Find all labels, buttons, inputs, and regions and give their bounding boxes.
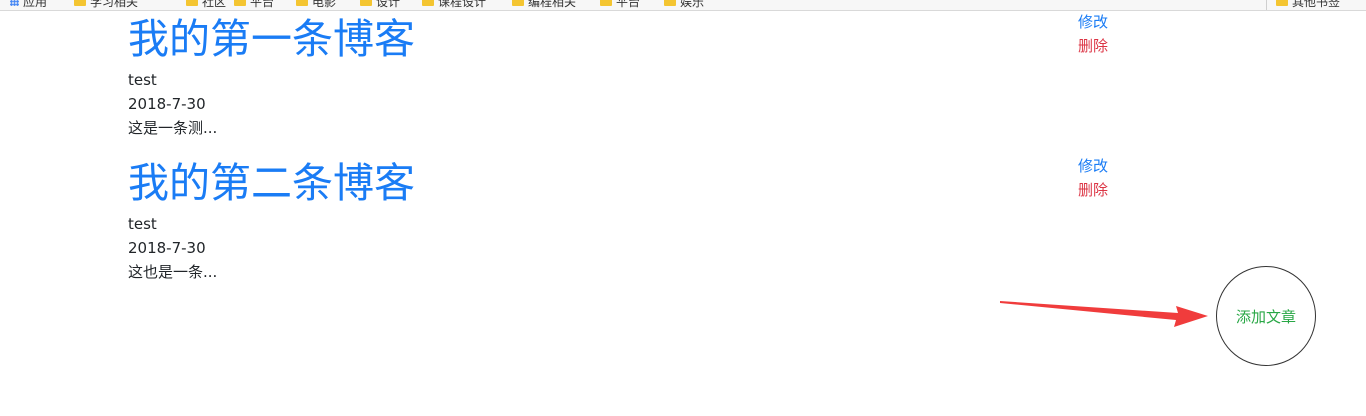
post-date: 2018-7-30 — [128, 239, 206, 257]
folder-icon — [360, 0, 372, 6]
add-article-button[interactable]: 添加文章 — [1216, 266, 1316, 366]
post-excerpt: 这是一条测... — [128, 119, 218, 137]
bookmark-label: 其他书签 — [1292, 0, 1341, 9]
bookmark-folder[interactable]: 编程相关 — [512, 0, 577, 9]
post-author: test — [128, 215, 157, 233]
bookmark-folder[interactable]: 设计 — [360, 0, 401, 9]
folder-icon — [600, 0, 612, 6]
annotation-arrow-icon — [1000, 301, 1208, 327]
bookmark-folder[interactable]: 电影 — [296, 0, 337, 9]
edit-link[interactable]: 修改 — [1078, 156, 1108, 176]
delete-link[interactable]: 删除 — [1078, 36, 1108, 56]
bookmark-label: 电影 — [312, 0, 337, 9]
bookmark-label: 课程设计 — [438, 0, 487, 9]
folder-icon — [664, 0, 676, 6]
post-author: test — [128, 71, 157, 89]
post-date: 2018-7-30 — [128, 95, 206, 113]
post-title-link[interactable]: 我的第一条博客 — [128, 14, 415, 64]
apps-icon — [10, 0, 19, 6]
add-article-label: 添加文章 — [1235, 307, 1296, 326]
folder-icon — [512, 0, 524, 6]
folder-icon — [234, 0, 246, 6]
bookmark-label: 平台 — [616, 0, 641, 9]
bookmark-folder[interactable]: 社区 — [186, 0, 227, 9]
bookmark-apps[interactable]: 应用 — [10, 0, 48, 9]
bookmarks-divider — [1266, 0, 1267, 10]
folder-icon — [74, 0, 86, 6]
edit-link[interactable]: 修改 — [1078, 12, 1108, 32]
bookmark-folder[interactable]: 平台 — [600, 0, 641, 9]
bookmark-label: 社区 — [202, 0, 227, 9]
bookmark-folder[interactable]: 课程设计 — [422, 0, 487, 9]
folder-icon — [186, 0, 198, 6]
post-title-link[interactable]: 我的第二条博客 — [128, 158, 415, 208]
bookmark-label: 学习相关 — [90, 0, 139, 9]
bookmark-folder[interactable]: 娱乐 — [664, 0, 705, 9]
bookmark-label: 应用 — [23, 0, 48, 9]
bookmarks-bar: 应用 学习相关 社区 平台 电影 设计 课程设计 编程相关 平台 娱乐 其他书签 — [0, 0, 1366, 11]
bookmark-label: 娱乐 — [680, 0, 705, 9]
folder-icon — [1276, 0, 1288, 6]
bookmark-label: 编程相关 — [528, 0, 577, 9]
folder-icon — [422, 0, 434, 6]
delete-link[interactable]: 删除 — [1078, 180, 1108, 200]
bookmark-folder[interactable]: 平台 — [234, 0, 275, 9]
bookmark-label: 平台 — [250, 0, 275, 9]
bookmark-folder[interactable]: 学习相关 — [74, 0, 139, 9]
bookmark-other[interactable]: 其他书签 — [1276, 0, 1341, 9]
post-excerpt: 这也是一条... — [128, 263, 218, 281]
folder-icon — [296, 0, 308, 6]
bookmark-label: 设计 — [376, 0, 401, 9]
